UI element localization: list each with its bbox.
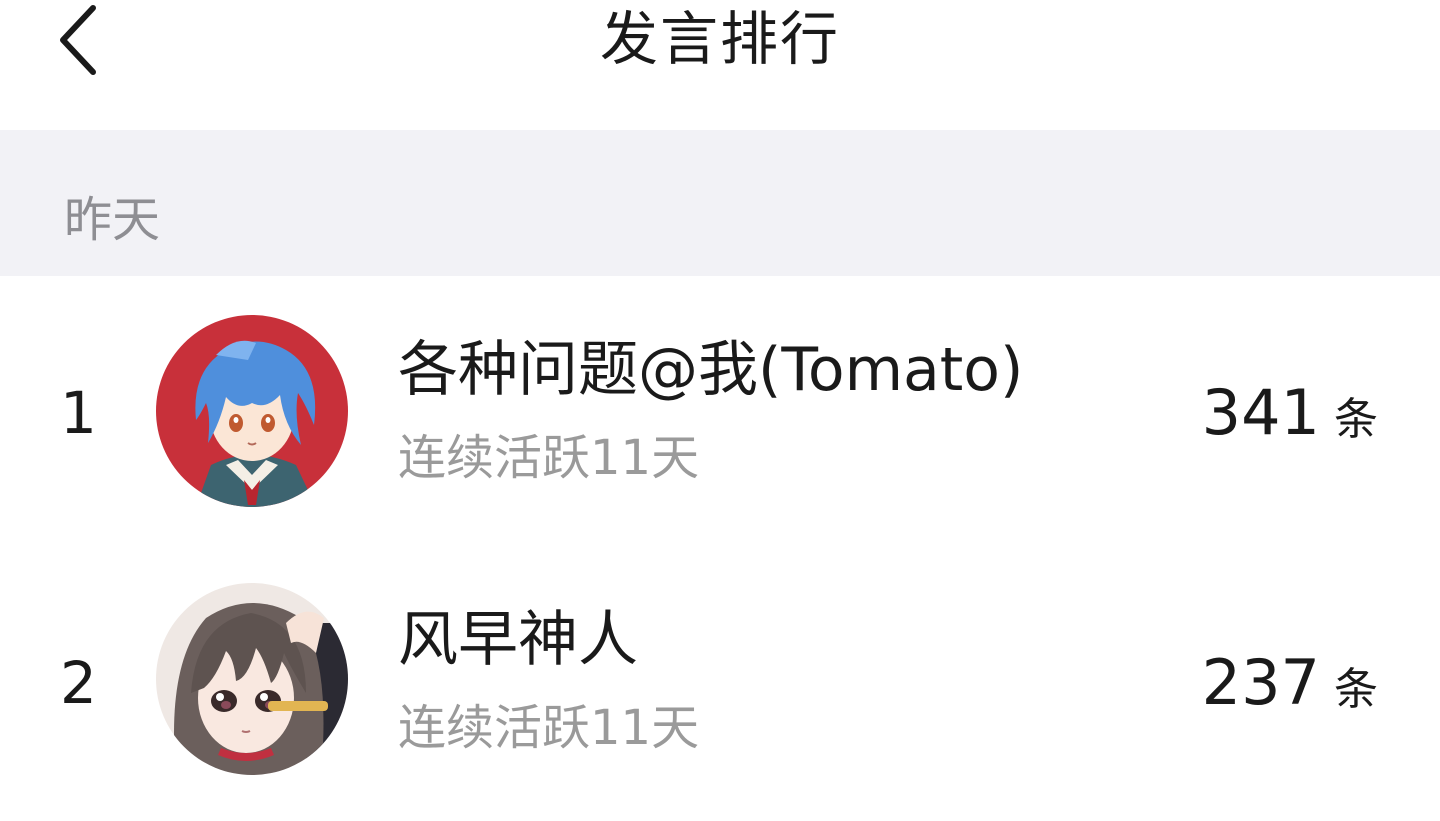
section-label: 昨天 xyxy=(64,192,161,248)
rank-number: 1 xyxy=(60,379,97,447)
count-unit: 条 xyxy=(1334,664,1378,715)
avatar[interactable] xyxy=(156,583,348,775)
nav-header: 发言排行 xyxy=(0,0,1440,130)
page-title: 发言排行 xyxy=(599,5,840,73)
rank-number: 2 xyxy=(60,649,97,717)
count-value: 237 xyxy=(1201,646,1320,719)
avatar[interactable] xyxy=(156,315,348,507)
activity-status: 连续活跃11天 xyxy=(398,430,700,486)
message-count: 341 条 xyxy=(1202,376,1378,450)
rank-page: 发言排行 昨天 1 各种问题@我(Tomato) 连续活跃11天 341 条 2… xyxy=(0,0,1440,821)
count-value: 341 xyxy=(1201,376,1320,449)
list-item[interactable]: 1 各种问题@我(Tomato) 连续活跃11天 341 条 xyxy=(0,276,1440,546)
activity-status: 连续活跃11天 xyxy=(398,700,700,756)
count-unit: 条 xyxy=(1334,394,1378,445)
user-name: 各种问题@我(Tomato) xyxy=(398,335,1024,405)
user-name: 风早神人 xyxy=(398,605,638,675)
ranking-list: 1 各种问题@我(Tomato) 连续活跃11天 341 条 2 风早神人 连续… xyxy=(0,276,1440,816)
list-item[interactable]: 2 风早神人 连续活跃11天 237 条 xyxy=(0,546,1440,816)
message-count: 237 条 xyxy=(1202,646,1378,720)
section-header: 昨天 xyxy=(0,130,1440,276)
